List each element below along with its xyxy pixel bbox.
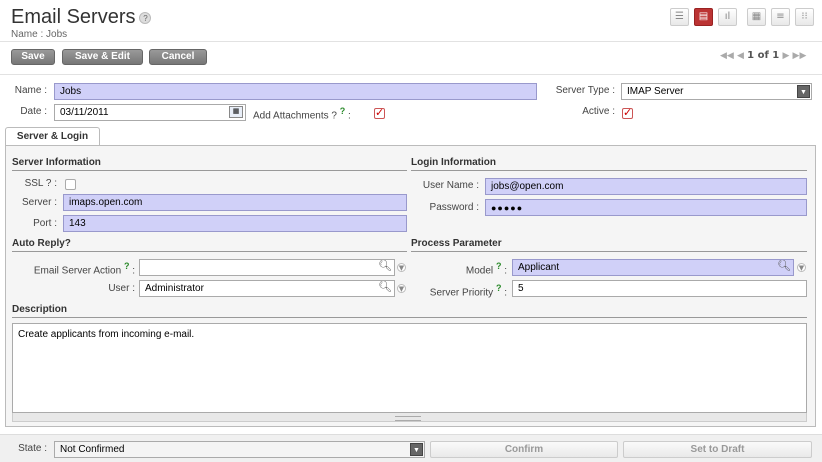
model-label: Model ? : <box>411 261 507 276</box>
server-type-value: IMAP Server <box>627 86 684 97</box>
calendar-view-icon[interactable]: ▦ <box>747 8 766 26</box>
description-heading: Description <box>12 304 807 318</box>
user-value: Administrator <box>145 283 204 294</box>
add-attachments-suffix: : <box>348 110 351 122</box>
password-label: Password : <box>429 202 479 213</box>
header-divider <box>0 41 822 42</box>
search-icon[interactable]: 🔍︎ <box>378 281 392 293</box>
active-checkbox[interactable] <box>622 106 633 119</box>
name-label: Name : <box>14 85 47 96</box>
diagram-view-icon[interactable]: ⁝⁝ <box>795 8 814 26</box>
tab-server-login[interactable]: Server & Login <box>5 127 100 146</box>
server-type-select[interactable]: IMAP Server ▼ <box>621 83 812 100</box>
save-edit-button[interactable]: Save & Edit <box>62 49 143 65</box>
page-title: Email Servers? <box>11 6 152 29</box>
server-priority-text: Server Priority <box>429 287 494 299</box>
port-label: Port : <box>33 218 57 229</box>
date-label: Date : <box>20 106 47 117</box>
pager: ◀◀ ◀ 1 of 1 ▶ ▶▶ <box>720 50 806 61</box>
chevron-down-icon[interactable]: ▼ <box>797 85 810 98</box>
user-label: User : <box>108 283 135 294</box>
chevron-down-icon[interactable]: ▼ <box>397 263 406 272</box>
chevron-down-icon[interactable]: ▼ <box>397 284 406 293</box>
state-select[interactable]: Not Confirmed ▼ <box>54 441 425 458</box>
state-label: State : <box>18 443 47 454</box>
server-info-heading: Server Information <box>12 157 407 171</box>
ssl-checkbox[interactable] <box>65 179 76 190</box>
auto-reply-heading: Auto Reply? <box>12 238 407 252</box>
help-icon[interactable]: ? <box>496 261 502 271</box>
model-suffix: : <box>504 265 507 277</box>
model-text: Model <box>465 265 494 277</box>
add-attachments-label: Add Attachments ? ? : <box>253 106 351 121</box>
password-field[interactable]: ●●●●● <box>485 199 807 216</box>
pager-text: 1 of 1 <box>747 50 780 61</box>
list-view-icon[interactable]: ☰ <box>670 8 689 26</box>
email-server-action-label: Email Server Action ? : <box>12 261 135 276</box>
chevron-down-icon[interactable]: ▼ <box>410 443 423 456</box>
login-info-heading: Login Information <box>411 157 807 171</box>
pager-first-icon[interactable]: ◀◀ <box>720 51 734 61</box>
confirm-button[interactable]: Confirm <box>430 441 618 458</box>
help-icon[interactable]: ? <box>124 261 130 271</box>
process-parameter-heading: Process Parameter <box>411 238 807 252</box>
model-field[interactable]: Applicant 🔍︎ <box>512 259 794 276</box>
form-view-icon[interactable]: ▤ <box>694 8 713 26</box>
ssl-label: SSL ? : <box>24 178 57 189</box>
help-icon[interactable]: ? <box>340 106 346 116</box>
calendar-icon[interactable]: ▦ <box>229 106 243 118</box>
help-icon[interactable]: ? <box>496 283 502 293</box>
state-value: Not Confirmed <box>60 444 125 455</box>
server-label: Server : <box>21 197 57 208</box>
name-field[interactable]: Jobs <box>54 83 537 100</box>
breadcrumb: Name : Jobs <box>11 29 68 40</box>
user-field[interactable]: Administrator 🔍︎ <box>139 280 395 297</box>
port-field[interactable]: 143 <box>63 215 407 232</box>
pager-last-icon[interactable]: ▶▶ <box>793 51 807 61</box>
add-attachments-checkbox[interactable] <box>374 106 385 119</box>
server-priority-suffix: : <box>504 287 507 299</box>
username-label: User Name : <box>422 180 479 191</box>
page-title-text: Email Servers <box>11 6 136 28</box>
add-attachments-text: Add Attachments ? <box>253 110 337 122</box>
model-value: Applicant <box>518 262 560 273</box>
date-value: 03/11/2011 <box>60 107 109 118</box>
save-button[interactable]: Save <box>11 49 55 65</box>
email-server-action-suffix: : <box>132 265 135 277</box>
help-icon[interactable]: ? <box>139 11 152 24</box>
gantt-view-icon[interactable]: ≡ <box>771 8 790 26</box>
server-priority-label: Server Priority ? : <box>411 283 507 298</box>
set-to-draft-button[interactable]: Set to Draft <box>623 441 812 458</box>
toolbar-divider <box>0 74 822 75</box>
email-server-action-field[interactable]: 🔍︎ <box>139 259 395 276</box>
server-type-label: Server Type : <box>555 85 615 96</box>
date-field[interactable]: 03/11/2011 ▦ <box>54 104 246 121</box>
graph-view-icon[interactable]: ıl <box>718 8 737 26</box>
email-server-action-text: Email Server Action <box>33 265 122 277</box>
chevron-down-icon[interactable]: ▼ <box>797 263 806 272</box>
active-label: Active : <box>582 106 615 117</box>
search-icon[interactable]: 🔍︎ <box>777 260 791 272</box>
server-priority-field[interactable]: 5 <box>512 280 807 297</box>
pager-next-icon[interactable]: ▶ <box>782 51 789 61</box>
username-field[interactable]: jobs@open.com <box>485 178 807 195</box>
cancel-button[interactable]: Cancel <box>149 49 207 65</box>
search-icon[interactable]: 🔍︎ <box>378 260 392 272</box>
resize-handle[interactable] <box>12 413 807 422</box>
pager-prev-icon[interactable]: ◀ <box>737 51 744 61</box>
description-textarea[interactable]: Create applicants from incoming e-mail. <box>12 323 807 413</box>
server-field[interactable]: imaps.open.com <box>63 194 407 211</box>
